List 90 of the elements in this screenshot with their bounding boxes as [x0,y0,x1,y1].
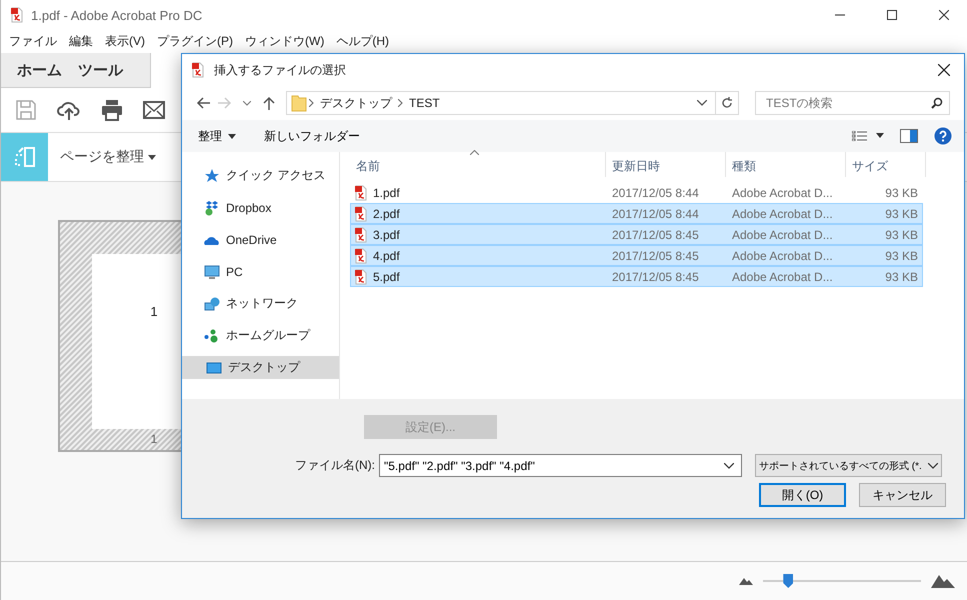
search-field[interactable]: TESTの検索 [755,91,950,115]
file-name: 4.pdf [373,248,400,262]
file-type: Adobe Acrobat D... [731,270,834,284]
file-name: 2.pdf [373,206,400,220]
view-options-icon[interactable] [852,131,884,141]
file-date: 2017/12/05 8:45 [611,270,700,284]
preview-pane-icon[interactable] [900,129,918,143]
mail-icon[interactable] [143,101,165,119]
nav-item[interactable]: Dropbox [182,196,339,219]
nav-item-icon [204,328,220,344]
chevron-down-icon[interactable] [724,463,734,469]
file-date: 2017/12/05 8:45 [611,248,700,262]
caret-icon [148,154,156,160]
page-number: 1 [150,304,158,321]
cancel-button[interactable]: キャンセル [859,483,946,507]
menu-item[interactable]: 編集 [65,33,101,50]
file-type: Adobe Acrobat D... [731,186,834,200]
pdf-file-icon [353,206,369,222]
large-mountain-icon[interactable] [931,574,955,588]
small-mountain-icon[interactable] [739,577,753,585]
file-name: 5.pdf [373,270,400,284]
file-size: 93 KB [884,270,919,284]
address-bar[interactable]: デスクトップ TEST [286,91,739,115]
file-date: 2017/12/05 8:44 [611,186,700,200]
file-date: 2017/12/05 8:44 [611,206,700,220]
breadcrumb-item[interactable]: デスクトップ [316,94,396,112]
close-icon[interactable] [938,64,950,76]
chevron-down-icon [928,462,938,468]
sort-caret-icon [470,150,479,155]
help-icon[interactable] [934,127,952,145]
file-size: 93 KB [884,186,919,200]
column-header[interactable]: 更新日時 [606,152,726,177]
nav-item-icon [206,360,222,376]
new-folder-button[interactable]: 新しいフォルダー [258,124,366,148]
print-icon[interactable] [101,99,123,121]
file-row[interactable]: 3.pdf 2017/12/05 8:45 Adobe Acrobat D... 93 KB [350,224,923,245]
folder-icon [291,94,307,112]
tab[interactable]: ホーム [11,60,68,80]
nav-item[interactable]: クイック アクセス [182,164,339,187]
file-row[interactable]: 1.pdf 2017/12/05 8:44 Adobe Acrobat D... 93 KB [350,182,923,203]
menu-item[interactable]: ヘルプ(H) [332,33,397,50]
organize-pages-dropdown[interactable]: ページを整理 [48,148,156,166]
file-type: Adobe Acrobat D... [731,228,834,242]
nav-item-icon [204,200,220,216]
nav-item-icon [204,168,220,184]
page-label: 1 [150,432,158,446]
chevron-right-icon [307,99,316,107]
nav-item-icon [204,296,220,312]
breadcrumb-item[interactable]: TEST [405,96,444,110]
file-size: 93 KB [884,228,919,242]
pdf-file-icon [9,7,25,23]
pdf-file-icon [353,226,369,242]
window-title: 1.pdf - Adobe Acrobat Pro DC [31,8,204,22]
open-button[interactable]: 開く(O) [759,483,846,507]
dialog-title: 挿入するファイルの選択 [214,62,347,78]
file-size: 93 KB [884,206,919,220]
close-icon[interactable] [939,10,949,20]
column-header[interactable]: 種類 [726,152,846,177]
chevron-down-icon[interactable] [697,100,707,106]
pdf-file-icon [353,184,369,200]
menu-item[interactable]: 表示(V) [101,33,153,50]
column-header[interactable]: サイズ [846,152,926,177]
nav-item-icon [204,264,220,280]
file-date: 2017/12/05 8:45 [611,228,700,242]
file-row[interactable]: 5.pdf 2017/12/05 8:45 Adobe Acrobat D... 93 KB [350,266,923,287]
menu-item[interactable]: ウィンドウ(W) [241,33,332,50]
cloud-upload-icon[interactable] [57,99,81,121]
file-type-dropdown[interactable]: サポートされているすべての形式 (*. [755,454,942,477]
file-type: Adobe Acrobat D... [731,248,834,262]
file-name: 1.pdf [373,186,400,200]
maximize-icon[interactable] [887,10,897,20]
nav-item[interactable]: デスクトップ [182,356,339,379]
file-size: 93 KB [884,248,919,262]
file-name-field[interactable]: "5.pdf" "2.pdf" "3.pdf" "4.pdf" [379,454,742,477]
pdf-file-icon [353,248,369,264]
column-header[interactable]: 名前 [350,152,606,177]
tab[interactable]: ツール [72,60,129,80]
menu-item[interactable]: ファイル [5,33,65,50]
search-icon[interactable] [931,97,943,109]
file-name: 3.pdf [373,228,400,242]
menu-item[interactable]: プラグイン(P) [153,33,241,50]
file-row[interactable]: 4.pdf 2017/12/05 8:45 Adobe Acrobat D... 93 KB [350,245,923,266]
pdf-file-icon [190,62,206,78]
file-name-label: ファイル名(N): [294,457,376,474]
file-type: Adobe Acrobat D... [731,206,834,220]
file-row[interactable]: 2.pdf 2017/12/05 8:44 Adobe Acrobat D... 93 KB [350,203,923,224]
pdf-file-icon [353,268,369,284]
chevron-right-icon [396,99,405,107]
organize-dropdown[interactable]: 整理 [192,124,242,148]
slider-thumb[interactable] [783,574,794,588]
